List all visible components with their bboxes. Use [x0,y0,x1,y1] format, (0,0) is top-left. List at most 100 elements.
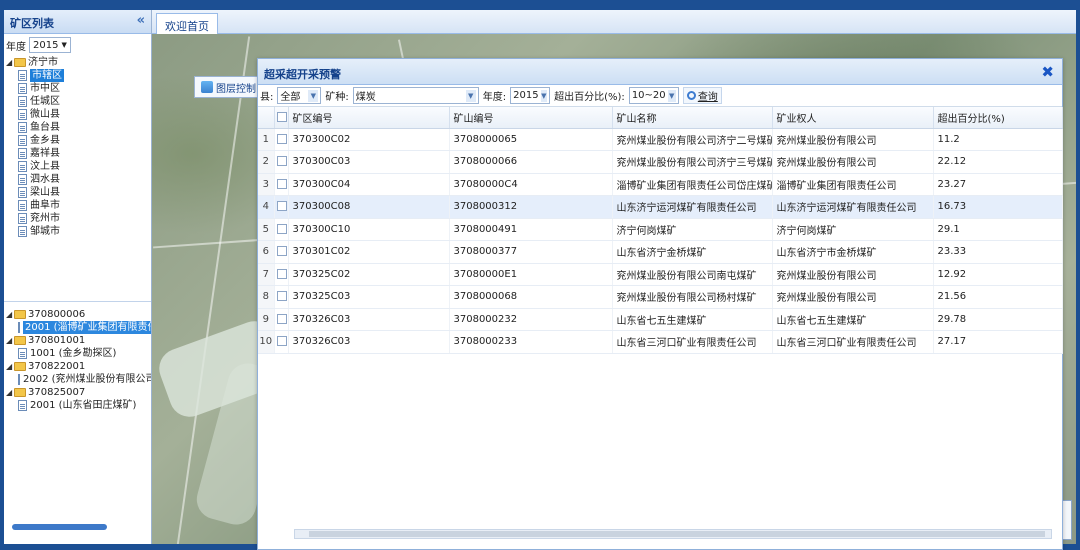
year-select[interactable]: 2015 ▼ [29,37,71,53]
expand-icon[interactable]: ◢ [6,56,14,69]
year-filter: 年度 2015 ▼ [4,34,151,56]
owner-cell: 兖州煤业股份有限公司 [772,150,934,174]
tree-leaf-node[interactable]: 泗水县 [4,173,151,186]
expand-icon[interactable]: ◢ [6,308,14,321]
tab-bar: 欢迎首页 [152,10,1076,34]
mine-name-cell: 山东济宁运河煤矿有限责任公司 [612,195,773,219]
tree-leaf-node[interactable]: 汶上县 [4,160,151,173]
mine-area-panel: 矿区列表 « 年度 2015 ▼ ◢ 济宁市 市辖区 市中区 任城区 微山县 鱼台县 金乡县嘉… [4,10,152,544]
row-number: 7 [258,263,275,286]
tree-folder-node[interactable]: ◢ 济宁市 [4,56,151,69]
row-number: 4 [258,195,275,219]
percent-cell: 11.2 [933,128,1063,151]
table-row[interactable]: 6 370301C02 3708000377 山东省济宁金桥煤矿 山东省济宁市金桥煤矿 2… [258,240,1063,264]
area-code-cell: 370326C03 [288,308,450,331]
table-row[interactable]: 10 370326C03 3708000233 山东省三河口矿业有限责任公司 山东省三河… [258,330,1063,354]
row-number: 8 [258,285,275,309]
tab-home[interactable]: 欢迎首页 [156,13,218,34]
layer-control-label: 图层控制 [216,83,256,95]
tree-leaf-node[interactable]: 微山县 [4,108,151,121]
mine-code-cell: 3708000491 [449,218,613,241]
row-checkbox[interactable] [276,246,287,257]
mineral-select[interactable]: 煤炭 ▼ [352,87,479,104]
select-all-checkbox[interactable] [276,111,287,122]
row-checkbox[interactable] [276,268,287,279]
tree-folder-node[interactable]: ◢ 370825007 [4,386,151,399]
region-tree: ◢ 济宁市 市辖区 市中区 任城区 微山县 鱼台县 金乡县 嘉祥县 汶上县 泗水县 梁山县 曲阜市 兖州市… [4,56,151,302]
document-icon [18,83,27,94]
table-row[interactable]: 5 370300C10 3708000491 济宁何岗煤矿 济宁何岗煤矿 29.1 [258,218,1063,241]
percent-cell: 29.78 [933,308,1063,331]
select-all-header [274,107,289,129]
mine-name-cell: 兖州煤业股份有限公司南屯煤矿 [612,263,773,286]
percent-cell: 22.12 [933,150,1063,174]
mine-code-cell: 3708000312 [449,195,613,219]
row-checkbox[interactable] [276,291,287,302]
column-header[interactable]: 矿山名称 [612,107,773,129]
percent-cell: 27.17 [933,330,1063,354]
row-checkbox[interactable] [276,313,287,324]
document-icon [18,174,27,185]
column-header[interactable]: 矿业权人 [772,107,934,129]
table-row[interactable]: 9 370326C03 3708000232 山东省七五生建煤矿 山东省七五生建煤矿 29… [258,308,1063,331]
row-checkbox[interactable] [276,223,287,234]
table-row[interactable]: 7 370325C02 37080000E1 兖州煤业股份有限公司南屯煤矿 兖州煤业股份… [258,263,1063,286]
column-header[interactable]: 矿山编号 [449,107,613,129]
tree-folder-node[interactable]: ◢ 370801001 [4,334,151,347]
tree-leaf-node[interactable]: 兖州市 [4,212,151,225]
percent-cell: 23.33 [933,240,1063,264]
tree-leaf-node[interactable]: 市中区 [4,82,151,95]
tree-leaf-node[interactable]: 嘉祥县 [4,147,151,160]
year-filter-select[interactable]: 2015 ▼ [510,87,551,104]
row-select-cell [274,128,289,151]
table-horizontal-scrollbar[interactable] [294,529,1052,539]
row-checkbox[interactable] [276,133,287,144]
tree-leaf-node[interactable]: 梁山县 [4,186,151,199]
owner-cell: 兖州煤业股份有限公司 [772,128,934,151]
row-select-cell [274,285,289,309]
county-value: 全部 [280,92,301,103]
row-checkbox[interactable] [276,201,287,212]
table-row[interactable]: 1 370300C02 3708000065 兖州煤业股份有限公司济宁二号煤矿 兖州煤业… [258,128,1063,151]
expand-icon[interactable]: ◢ [6,360,14,373]
tree-leaf-node[interactable]: 2002 (兖州煤业股份有限公司 [4,373,151,386]
panel-header: 矿区列表 « [4,10,151,34]
table-row[interactable]: 8 370325C03 3708000068 兖州煤业股份有限公司杨村煤矿 兖州煤业股份… [258,285,1063,309]
column-header[interactable]: 矿区编号 [288,107,450,129]
row-select-cell [274,195,289,219]
column-header[interactable]: 超出百分比(%) [933,107,1063,129]
tree-leaf-node[interactable]: 鱼台县 [4,121,151,134]
query-button[interactable]: 查询 [682,87,722,104]
county-select[interactable]: 全部 ▼ [277,87,322,104]
row-checkbox[interactable] [276,336,287,347]
percent-select[interactable]: 10~20 ▼ [628,87,679,104]
tree-leaf-node[interactable]: 曲阜市 [4,199,151,212]
tree-leaf-node[interactable]: 邹城市 [4,225,151,238]
tree-leaf-node[interactable]: 任城区 [4,95,151,108]
row-select-cell [274,240,289,264]
expand-icon[interactable]: ◢ [6,334,14,347]
owner-cell: 山东省七五生建煤矿 [772,308,934,331]
tree-node-label: 济宁市 [28,57,58,68]
dialog-title: 超采超开采预警 [264,68,341,81]
tree-folder-node[interactable]: ◢ 370800006 [4,308,151,321]
table-row[interactable]: 3 370300C04 37080000C4 淄博矿业集团有限责任公司岱庄煤矿 淄博矿业… [258,173,1063,196]
collapse-icon[interactable]: « [137,13,145,28]
tree-folder-node[interactable]: ◢ 370822001 [4,360,151,373]
horizontal-scrollbar[interactable] [12,524,107,530]
mine-name-cell: 兖州煤业股份有限公司济宁二号煤矿 [612,128,773,151]
row-checkbox[interactable] [276,156,287,167]
close-icon[interactable]: ✖ [1041,63,1054,81]
expand-icon[interactable]: ◢ [6,386,14,399]
search-icon [686,91,696,100]
layer-control-button[interactable]: 图层控制 [194,76,258,98]
tree-leaf-node[interactable]: 2001 (山东省田庄煤矿) [4,399,151,412]
tree-leaf-node[interactable]: 市辖区 [4,69,151,82]
tree-leaf-node[interactable]: 金乡县 [4,134,151,147]
tree-leaf-node[interactable]: 1001 (金乡勘探区) [4,347,151,360]
table-row[interactable]: 4 370300C08 3708000312 山东济宁运河煤矿有限责任公司 山东济宁运河… [258,195,1063,219]
table-row[interactable]: 2 370300C03 3708000066 兖州煤业股份有限公司济宁三号煤矿 兖州煤业… [258,150,1063,174]
owner-cell: 山东省济宁市金桥煤矿 [772,240,934,264]
row-checkbox[interactable] [276,178,287,189]
tree-leaf-node[interactable]: 2001 (淄博矿业集团有限责任 [4,321,151,334]
